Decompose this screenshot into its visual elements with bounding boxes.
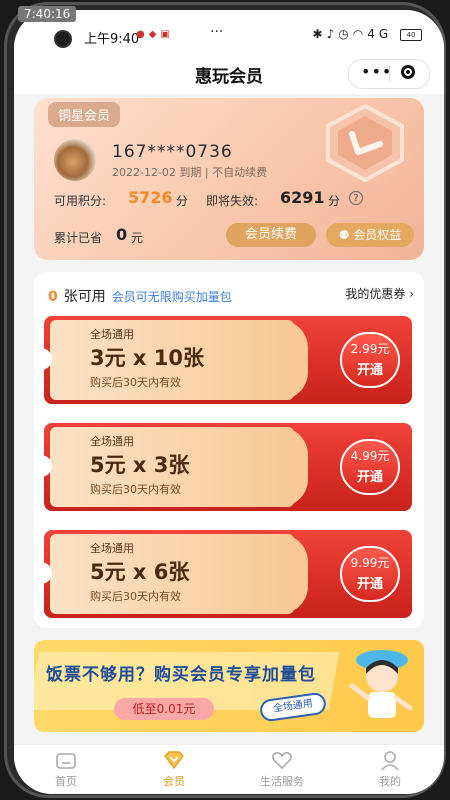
coupon-title: 5元 x 3张 [90,453,190,477]
member-rights-button[interactable]: ⚉ 会员权益 [326,223,414,247]
available-summary: 0 张可用 会员可无限购买加量包 [48,286,232,306]
expiring-label: 即将失效: [206,194,259,208]
member-icon [164,751,184,770]
battery-icon: 40 [400,28,422,41]
tab-life-services[interactable]: 生活服务 [252,749,312,789]
saved-value: 0 [116,225,128,244]
phone-frame: 7:40:16 上午9:40 ●◆▣ ··· ✱♪◷◠4G 40 惠玩会员 ••… [4,2,446,798]
saved-label: 累计已省 [54,231,103,245]
mascot-girl-icon [349,650,413,718]
banner-price-pill: 低至0.01元 [114,698,214,720]
help-icon[interactable]: ? [349,191,363,205]
heart-icon [272,752,292,770]
buy-button[interactable]: 2.99元 开通 [340,332,400,388]
avatar[interactable] [54,139,96,181]
available-label: 张可用 [63,289,106,305]
status-bar: 上午9:40 ●◆▣ ··· ✱♪◷◠4G 40 [14,10,444,54]
alarm-icon: ◷ [338,27,353,41]
bluetooth-icon: ✱ [312,27,327,41]
coupon-price: 9.99元 [350,556,390,570]
saved-unit: 元 [131,231,144,245]
capsule-divider [389,66,390,82]
member-card: 铜星会员 167****0736 2022-12-02 到期 | 不自动续费 可… [34,98,424,260]
coupon-action: 开通 [356,363,383,378]
my-coupons-label: 我的优惠券 [345,287,406,301]
renew-button[interactable]: 会员续费 [226,223,316,247]
notification-icons: ●◆▣ [136,29,174,40]
nav-bar: 惠玩会员 ••• [14,54,444,94]
coupon-pack[interactable]: 全场通用 5元 x 6张 购买后30天内有效 9.99元 开通 [38,530,412,618]
more-menu-icon[interactable]: ••• [361,62,392,81]
expiring-unit: 分 [328,194,341,208]
coupon-scope: 全场通用 [90,328,134,341]
coupon-title: 3元 x 10张 [90,346,205,370]
tab-bar: 首页 会员 生活服务 我的 [14,744,444,794]
buy-button[interactable]: 9.99元 开通 [340,546,400,602]
expiring-value: 6291 [280,188,325,207]
coupon-price: 4.99元 [350,449,390,463]
expire-info: 2022-12-02 到期 | 不自动续费 [112,166,268,179]
recording-timer: 7:40:16 [18,6,77,22]
mute-icon: ♪ [326,27,339,41]
member-phone: 167****0736 [112,142,233,162]
buy-button[interactable]: 4.99元 开通 [340,439,400,495]
status-right: ✱♪◷◠4G 40 [313,27,422,41]
unlimited-note[interactable]: 会员可无限购买加量包 [112,290,232,304]
user-icon [381,751,399,771]
tier-emblem-icon [326,104,404,182]
signal-label: 4G [367,27,393,41]
banner-title: 饭票不够用？购买会员专享加量包 [46,665,316,685]
tab-label: 会员 [163,775,185,788]
coupon-price: 2.99元 [350,342,390,356]
home-icon [56,753,76,769]
tab-home[interactable]: 首页 [36,749,96,789]
tab-label: 首页 [55,775,77,788]
status-more-icon: ··· [210,24,224,40]
available-count: 0 [48,289,58,305]
points-unit: 分 [176,194,189,208]
coupon-action: 开通 [356,470,383,485]
camera-icon [56,32,70,46]
status-time: 上午9:40 [84,32,140,47]
points-value: 5726 [128,188,173,207]
coupon-scope: 全场通用 [90,542,134,555]
coupon-scope: 全场通用 [90,435,134,448]
coupon-title: 5元 x 6张 [90,560,190,584]
tab-member[interactable]: 会员 [144,749,204,789]
promo-banner[interactable]: 饭票不够用？购买会员专享加量包 低至0.01元 全场通用 [34,640,424,732]
coupon-pack[interactable]: 全场通用 5元 x 3张 购买后30天内有效 4.99元 开通 [38,423,412,511]
coupon-pack[interactable]: 全场通用 3元 x 10张 购买后30天内有效 2.99元 开通 [38,316,412,404]
tab-mine[interactable]: 我的 [360,749,420,789]
coupon-validity: 购买后30天内有效 [90,376,181,389]
rights-label: 会员权益 [353,228,402,242]
chevron-right-icon: › [409,287,414,301]
coupon-action: 开通 [356,577,383,592]
tab-label: 生活服务 [260,775,304,788]
tab-label: 我的 [379,775,401,788]
my-coupons-link[interactable]: 我的优惠券 › [345,285,414,302]
screen: 上午9:40 ●◆▣ ··· ✱♪◷◠4G 40 惠玩会员 ••• 铜星会员 1… [14,10,444,794]
points-label: 可用积分: [54,194,107,208]
rights-icon: ⚉ [338,228,350,242]
coupon-validity: 购买后30天内有效 [90,590,181,603]
coupon-validity: 购买后30天内有效 [90,483,181,496]
close-miniprogram-icon[interactable] [401,65,415,79]
tier-badge: 铜星会员 [48,102,121,127]
miniprogram-capsule: ••• [348,59,430,89]
wifi-icon: ◠ [352,27,368,41]
